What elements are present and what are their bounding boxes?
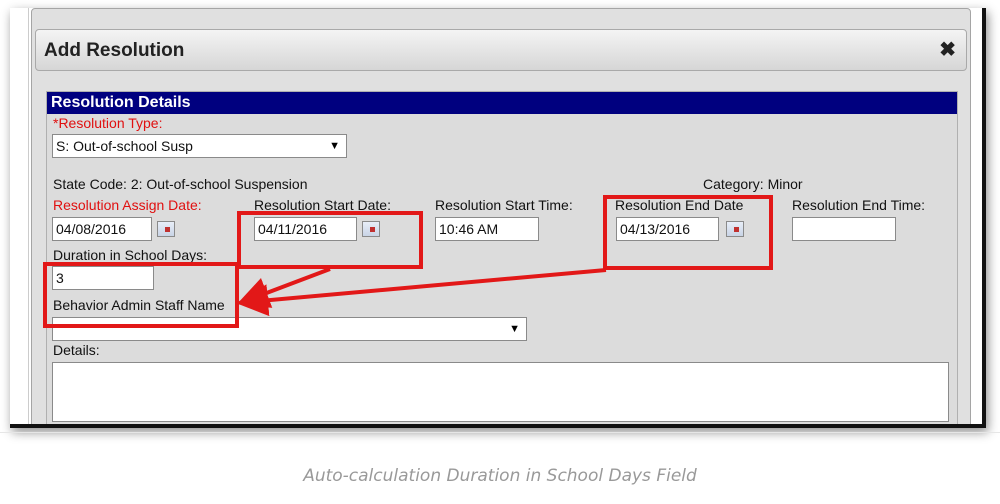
annotation-arrows [236, 267, 607, 317]
divider [0, 432, 1000, 433]
figure-caption: Auto-calculation Duration in School Days… [303, 466, 697, 486]
arrow-from-end-date [236, 268, 607, 317]
